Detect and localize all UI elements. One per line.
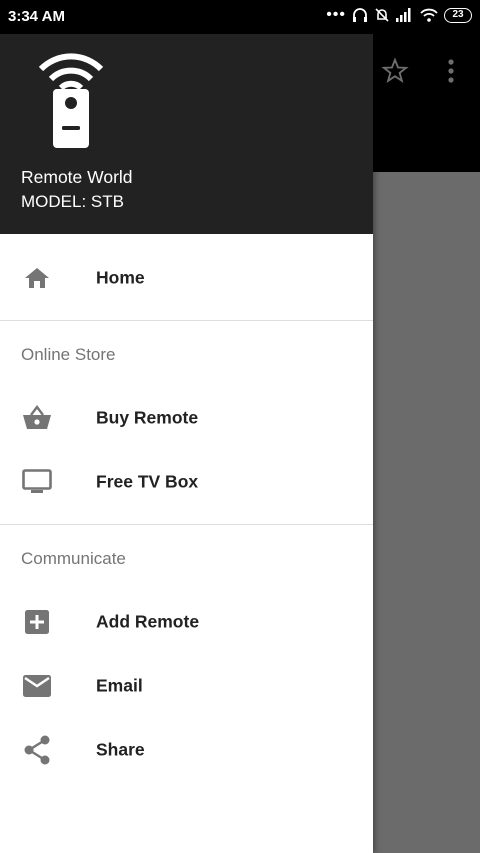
home-icon — [22, 263, 52, 293]
drawer-item-free-tv-box[interactable]: Free TV Box — [0, 450, 373, 514]
drawer-header: Remote World MODEL: STB — [0, 34, 373, 234]
add-box-icon — [22, 607, 52, 637]
drawer-item-label: Free TV Box — [96, 471, 199, 492]
drawer-item-add-remote[interactable]: Add Remote — [0, 590, 373, 654]
app-title: Remote World — [21, 167, 133, 187]
section-title-communicate: Communicate — [21, 549, 126, 568]
drawer-item-label: Add Remote — [96, 611, 200, 632]
drawer-item-label: Buy Remote — [96, 407, 199, 428]
drawer-item-label: Share — [96, 739, 145, 760]
drawer-item-email[interactable]: Email — [0, 654, 373, 718]
wifi-icon — [420, 8, 438, 22]
divider — [0, 524, 373, 525]
signal-icon — [396, 8, 411, 22]
mail-icon — [22, 671, 52, 701]
drawer-item-buy-remote[interactable]: Buy Remote — [0, 386, 373, 450]
remote-wifi-icon — [38, 53, 104, 148]
drawer-item-home[interactable]: Home — [0, 246, 373, 310]
navigation-drawer: Remote World MODEL: STB Home Online Stor… — [0, 34, 373, 853]
notifications-off-icon — [375, 8, 389, 22]
tv-icon — [22, 467, 52, 497]
basket-icon — [22, 403, 52, 433]
model-label: MODEL: STB — [21, 192, 124, 211]
status-bar: 3:34 AM ••• 23 — [0, 0, 480, 34]
drawer-item-share[interactable]: Share — [0, 718, 373, 782]
star-icon[interactable] — [381, 57, 409, 85]
drawer-item-label: Home — [96, 267, 145, 288]
drawer-item-label: Email — [96, 675, 143, 696]
headphones-icon — [353, 8, 367, 22]
share-icon — [22, 735, 52, 765]
battery-indicator: 23 — [444, 7, 472, 23]
status-icons: ••• 23 — [326, 6, 472, 24]
divider — [0, 320, 373, 321]
status-time: 3:34 AM — [8, 8, 65, 25]
more-notifications-icon: ••• — [326, 6, 346, 23]
more-vert-icon[interactable] — [446, 57, 456, 85]
section-title-online-store: Online Store — [21, 345, 116, 364]
